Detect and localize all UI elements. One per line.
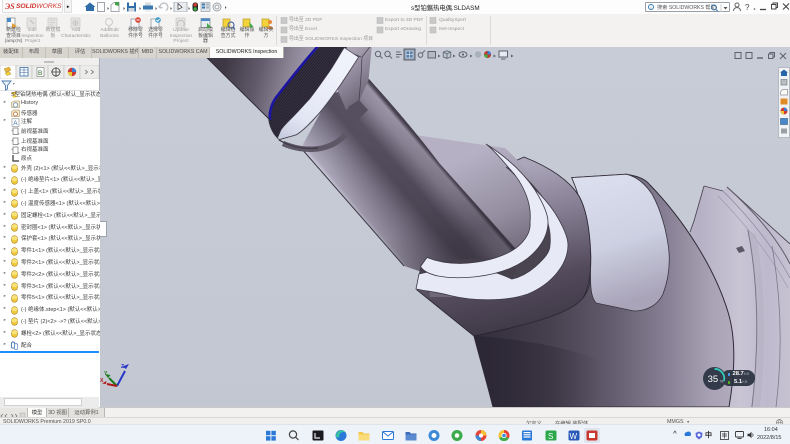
- svg-text:Z: Z: [121, 364, 124, 370]
- svg-text:W: W: [569, 432, 577, 441]
- svg-text:S: S: [548, 432, 553, 441]
- svg-text:A: A: [13, 120, 18, 127]
- svg-text:?: ?: [745, 3, 750, 12]
- svg-text:35: 35: [708, 374, 719, 385]
- svg-text:%: %: [720, 379, 724, 384]
- svg-text:B: B: [38, 70, 42, 77]
